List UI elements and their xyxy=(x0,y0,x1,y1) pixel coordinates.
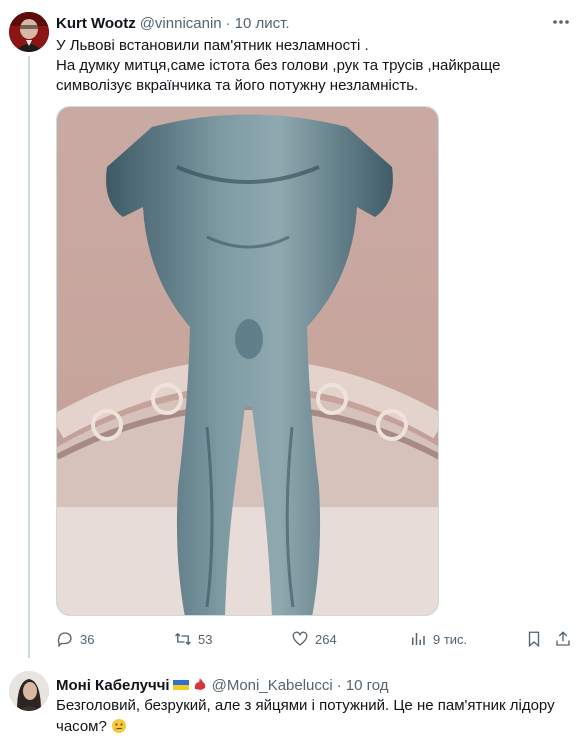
user-handle[interactable]: @Moni_Kabelucci xyxy=(212,677,333,694)
avatar[interactable] xyxy=(9,671,49,711)
tweet-text-line: символізує вкраїнчика та його потужну не… xyxy=(56,77,419,94)
retweet-count: 53 xyxy=(198,631,213,647)
reply-header: Моні Кабелуччі @Moni_Kabelucci · 10 год xyxy=(56,675,389,695)
tweet-photo[interactable] xyxy=(56,106,439,616)
display-name[interactable]: Kurt Wootz xyxy=(56,15,136,32)
retweet-icon xyxy=(175,632,191,646)
bookmark-icon xyxy=(528,631,540,648)
rooster-icon xyxy=(194,678,205,690)
separator-dot: · xyxy=(336,676,342,694)
timestamp[interactable]: 10 год xyxy=(346,677,389,694)
share-button[interactable] xyxy=(554,630,578,648)
reply-button[interactable]: 36 xyxy=(56,630,94,648)
reply-text: Безголовий, безрукий, але з яйцями і пот… xyxy=(56,695,566,737)
like-count: 264 xyxy=(315,631,337,647)
avatar[interactable] xyxy=(9,12,49,52)
ukraine-flag-icon xyxy=(172,680,189,690)
more-dots-icon[interactable] xyxy=(551,14,571,30)
share-icon xyxy=(556,631,570,646)
separator-dot: · xyxy=(225,14,231,32)
reply-text-line: Безголовий, безрукий, але з яйцями і пот… xyxy=(56,697,555,714)
tweet-header: Kurt Wootz @vinnicanin · 10 лист. xyxy=(56,13,290,33)
tweet-text: У Львові встановили пам'ятник незламност… xyxy=(56,36,566,96)
timestamp[interactable]: 10 лист. xyxy=(235,15,290,32)
views-count: 9 тис. xyxy=(433,631,468,647)
like-button[interactable]: 264 xyxy=(291,630,337,648)
tweet-text-line: У Львові встановили пам'ятник незламност… xyxy=(56,37,369,54)
tweet-actions: 36 53 264 9 тис. xyxy=(56,630,572,650)
reply-count: 36 xyxy=(80,631,95,647)
retweet-button[interactable]: 53 xyxy=(174,630,212,648)
reply-text-line: часом? xyxy=(56,718,107,735)
thinking-face-icon xyxy=(112,719,126,733)
tweet-text-line: На думку митця,саме істота без голови ,р… xyxy=(56,57,501,74)
user-handle[interactable]: @vinnicanin xyxy=(140,15,222,32)
heart-icon xyxy=(292,631,308,646)
views-button[interactable]: 9 тис. xyxy=(409,630,467,648)
speech-bubble-icon xyxy=(57,632,72,648)
thread-line xyxy=(28,56,30,658)
bar-chart-icon xyxy=(412,633,425,645)
bookmark-button[interactable] xyxy=(525,630,549,648)
display-name[interactable]: Моні Кабелуччі xyxy=(56,677,170,694)
